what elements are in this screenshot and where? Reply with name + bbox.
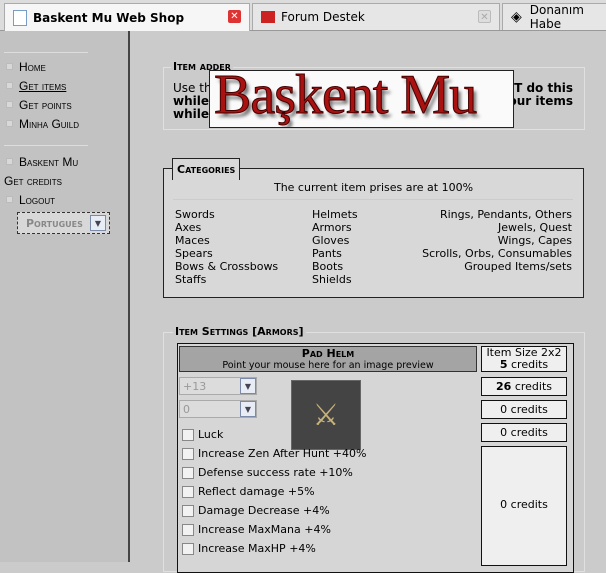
option-label: Increase MaxHP +4%	[198, 542, 316, 555]
tab-title: Forum Destek	[281, 10, 365, 24]
tab-forum-destek[interactable]: Forum Destek ✕	[252, 3, 500, 30]
language-select[interactable]: Portugues ▼	[17, 212, 110, 234]
item-preview-header[interactable]: Pad Helm Point your mouse here for an im…	[179, 346, 477, 372]
browser-tab-bar: Baskent Mu Web Shop ✕ Forum Destek ✕ ◈ D…	[0, 0, 606, 31]
nav-get-credits[interactable]: Get credits	[4, 174, 62, 188]
category-link[interactable]: Boots	[312, 260, 358, 273]
page-icon	[13, 9, 27, 26]
category-link[interactable]: Jewels, Quest	[422, 221, 572, 234]
excellent-credits: 0 credits	[481, 446, 567, 566]
checkbox-icon[interactable]	[182, 466, 194, 479]
category-link[interactable]: Helmets	[312, 208, 358, 221]
categories-col-1: Swords Axes Maces Spears Bows & Crossbows Sta…	[175, 208, 278, 286]
bullet-icon	[6, 196, 13, 203]
category-link[interactable]: Swords	[175, 208, 278, 221]
nav-baskent-mu[interactable]: Baskent Mu	[19, 155, 78, 169]
category-link[interactable]: Grouped Items/sets	[422, 260, 572, 273]
nav-logout[interactable]: Logout	[19, 193, 55, 207]
option-label: Luck	[198, 428, 224, 441]
baskent-mu-logo: Başkent Mu	[209, 70, 514, 128]
dropdown-arrow-icon[interactable]: ▼	[240, 401, 256, 417]
luck-credits: 0 credits	[481, 423, 567, 442]
category-link[interactable]: Shields	[312, 273, 358, 286]
option-checkbox[interactable]: Increase MaxHP +4%	[182, 539, 366, 558]
category-link[interactable]: Armors	[312, 221, 358, 234]
option-checkbox[interactable]: Defense success rate +10%	[182, 463, 366, 482]
item-settings-title: Item Settings [Armors]	[173, 325, 306, 338]
category-link[interactable]: Staffs	[175, 273, 278, 286]
category-link[interactable]: Axes	[175, 221, 278, 234]
bullet-icon	[6, 101, 13, 108]
checkbox-icon[interactable]	[182, 485, 194, 498]
category-link[interactable]: Gloves	[312, 234, 358, 247]
diamond-favicon-icon: ◈	[511, 9, 522, 25]
category-link[interactable]: Maces	[175, 234, 278, 247]
level-select[interactable]: +13 ▼	[179, 377, 257, 395]
language-value: Portugues	[26, 217, 83, 230]
forum-favicon-icon	[261, 11, 275, 23]
option-checkbox[interactable]: Increase MaxMana +4%	[182, 520, 366, 539]
tab-baskent-shop[interactable]: Baskent Mu Web Shop ✕	[4, 3, 250, 31]
checkbox-icon[interactable]	[182, 523, 194, 536]
close-tab-icon[interactable]: ✕	[228, 10, 241, 23]
item-adder-text-left: Use th while while	[173, 81, 212, 121]
categories-col-3: Rings, Pendants, Others Jewels, Quest Wing…	[422, 208, 572, 273]
option-label: Increase Zen After Hunt +40%	[198, 447, 367, 460]
divider	[173, 199, 573, 200]
sidebar: Home Get items Get points Minha Guild Ba…	[0, 31, 130, 562]
size-credits: Item Size 2x2 5 credits	[481, 346, 567, 372]
option-checkbox[interactable]: Reflect damage +5%	[182, 482, 366, 501]
bullet-icon	[6, 63, 13, 70]
option-label: Damage Decrease +4%	[198, 504, 330, 517]
checkbox-icon[interactable]	[182, 428, 194, 441]
bullet-icon	[6, 158, 13, 165]
checkbox-icon[interactable]	[182, 504, 194, 517]
option-checkbox[interactable]: Increase Zen After Hunt +40%	[182, 444, 366, 463]
nav-minha-guild[interactable]: Minha Guild	[19, 117, 79, 131]
divider	[4, 145, 88, 146]
item-name: Pad Helm	[301, 347, 355, 360]
option-label: Defense success rate +10%	[198, 466, 353, 479]
tab-title: Donanım Habe	[529, 3, 584, 31]
bullet-icon	[6, 120, 13, 127]
categories-col-2: Helmets Armors Gloves Pants Boots Shields	[312, 208, 358, 286]
option-checkbox[interactable]: Luck	[182, 425, 366, 444]
option-label: Increase MaxMana +4%	[198, 523, 331, 536]
tab-title: Baskent Mu Web Shop	[33, 10, 185, 25]
nav-get-items[interactable]: Get items	[19, 79, 66, 93]
categories-title: Categories	[172, 158, 241, 180]
dropdown-arrow-icon[interactable]: ▼	[90, 215, 106, 231]
nav-get-points[interactable]: Get points	[19, 98, 72, 112]
category-link[interactable]: Pants	[312, 247, 358, 260]
item-adder-text-right: T do this our items	[508, 81, 573, 108]
option-credits: 0 credits	[481, 400, 567, 419]
dropdown-arrow-icon[interactable]: ▼	[240, 378, 256, 394]
price-note: The current item prises are at 100%	[273, 181, 474, 194]
category-link[interactable]: Bows & Crossbows	[175, 260, 278, 273]
category-link[interactable]: Spears	[175, 247, 278, 260]
level-credits: 26 credits	[481, 377, 567, 396]
bullet-icon	[6, 82, 13, 89]
category-link[interactable]: Rings, Pendants, Others	[422, 208, 572, 221]
preview-hint: Point your mouse here for an image previ…	[222, 360, 434, 371]
checkbox-icon[interactable]	[182, 447, 194, 460]
close-tab-icon[interactable]: ✕	[478, 10, 491, 23]
divider	[4, 52, 88, 53]
option-label: Reflect damage +5%	[198, 485, 315, 498]
checkbox-icon[interactable]	[182, 542, 194, 555]
option-checkbox[interactable]: Damage Decrease +4%	[182, 501, 366, 520]
item-options: Luck Increase Zen After Hunt +40% Defense …	[182, 425, 366, 558]
category-link[interactable]: Wings, Capes	[422, 234, 572, 247]
tab-donanim[interactable]: ◈ Donanım Habe	[502, 3, 606, 31]
option-select[interactable]: 0 ▼	[179, 400, 257, 418]
nav-home[interactable]: Home	[19, 60, 46, 74]
category-link[interactable]: Scrolls, Orbs, Consumables	[422, 247, 572, 260]
